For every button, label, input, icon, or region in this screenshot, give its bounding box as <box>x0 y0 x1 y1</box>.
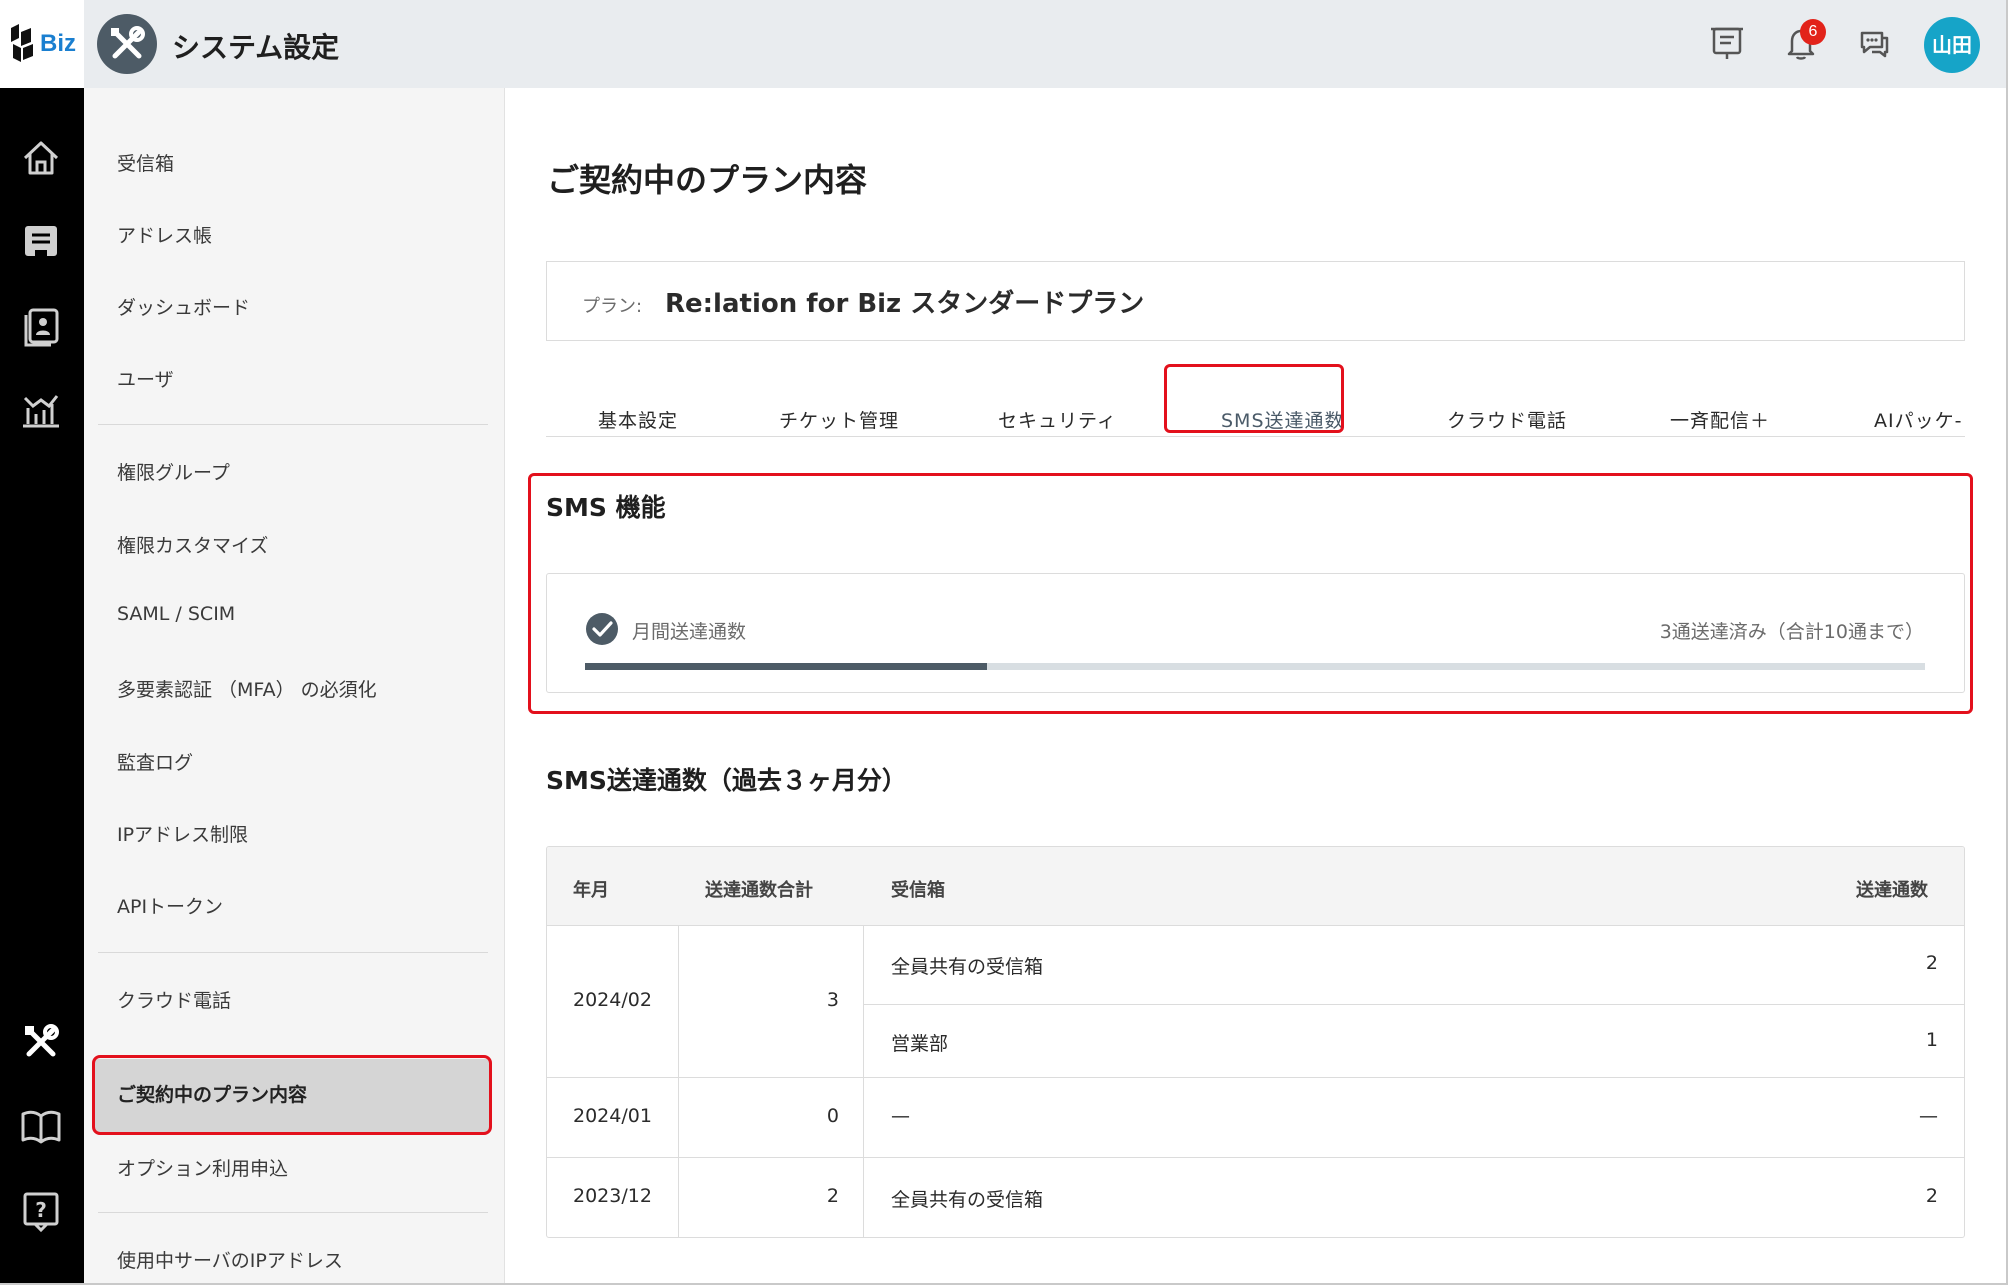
tab-ai-package[interactable]: AIパッケ- <box>1874 406 1962 433</box>
page-title: ご契約中のプラン内容 <box>547 161 868 199</box>
notification-count-badge: 6 <box>1800 19 1826 45</box>
svg-text:?: ? <box>35 1198 47 1222</box>
nav-item-users[interactable]: ユーザ <box>117 365 174 392</box>
table-divider <box>863 1004 1964 1005</box>
nav-item-api-token[interactable]: APIトークン <box>117 892 223 919</box>
plan-card: プラン: Re:lation for Biz スタンダードプラン <box>546 261 1965 341</box>
cell-count: 1 <box>1925 1029 1938 1051</box>
logo-mark-icon <box>11 24 33 62</box>
cell-inbox: 全員共有の受信箱 <box>891 956 1044 978</box>
tools-icon <box>111 26 145 59</box>
cell-count: 2 <box>1925 1185 1938 1207</box>
home-icon[interactable] <box>17 134 65 182</box>
nav-item-permission-customize[interactable]: 権限カスタマイズ <box>117 531 268 558</box>
column-header-month: 年月 <box>573 880 609 901</box>
column-header-inbox: 受信箱 <box>891 880 945 901</box>
ticket-icon[interactable] <box>17 218 65 266</box>
settings-tools-icon[interactable] <box>17 1018 65 1066</box>
nav-item-mfa[interactable]: 多要素認証 （MFA） の必須化 <box>117 675 377 702</box>
table-divider <box>547 1077 1964 1078</box>
dashboard-chart-icon[interactable] <box>17 386 65 434</box>
cell-total: 3 <box>826 989 839 1011</box>
nav-item-ip-restriction[interactable]: IPアドレス制限 <box>117 820 248 847</box>
help-icon[interactable]: ? <box>17 1186 65 1234</box>
cell-month: 2023/12 <box>573 1185 652 1207</box>
table-divider <box>678 925 679 1237</box>
system-settings-badge <box>97 14 157 74</box>
tab-cloud-phone[interactable]: クラウド電話 <box>1447 406 1567 433</box>
section-title: システム設定 <box>172 31 340 64</box>
nav-item-option-request[interactable]: オプション利用申込 <box>117 1154 288 1181</box>
logo[interactable]: Biz <box>0 0 84 88</box>
highlight-outline <box>1164 364 1344 433</box>
tab-security[interactable]: セキュリティ <box>998 406 1117 433</box>
sms-history-title: SMS送達通数（過去３ヶ月分） <box>546 766 907 795</box>
chat-icon[interactable] <box>1854 23 1894 63</box>
nav-divider <box>98 1212 488 1213</box>
nav-item-server-ip[interactable]: 使用中サーバのIPアドレス <box>117 1246 343 1273</box>
plan-label: プラン: <box>582 296 643 317</box>
cell-month: 2024/01 <box>573 1105 652 1127</box>
whiteboard-icon[interactable] <box>1707 23 1747 63</box>
highlight-outline <box>92 1055 492 1135</box>
nav-item-audit-log[interactable]: 監査ログ <box>117 748 193 775</box>
cell-total: 0 <box>826 1105 839 1127</box>
cell-month: 2024/02 <box>573 989 652 1011</box>
settings-nav: 受信箱 アドレス帳 ダッシュボード ユーザ 権限グループ 権限カスタマイズ SA… <box>84 88 505 1283</box>
nav-item-permission-groups[interactable]: 権限グループ <box>117 458 230 485</box>
nav-item-dashboard[interactable]: ダッシュボード <box>117 293 250 320</box>
tab-bulk-delivery[interactable]: 一斉配信＋ <box>1670 406 1770 433</box>
cell-count: — <box>1919 1105 1938 1127</box>
app-rail: ? <box>0 88 84 1283</box>
cell-inbox: 全員共有の受信箱 <box>891 1189 1044 1211</box>
cell-total: 2 <box>826 1185 839 1207</box>
table-divider <box>547 1157 1964 1158</box>
top-header: Biz システム設定 6 山田 <box>0 0 2006 89</box>
logo-text: Biz <box>40 30 76 57</box>
nav-item-address-book[interactable]: アドレス帳 <box>117 221 212 248</box>
table-divider <box>863 925 864 1237</box>
tab-ticket-management[interactable]: チケット管理 <box>779 406 899 433</box>
tab-basic-settings[interactable]: 基本設定 <box>598 406 678 433</box>
user-avatar[interactable]: 山田 <box>1924 17 1980 73</box>
nav-divider <box>98 952 488 953</box>
sms-history-table: 年月 送達通数合計 受信箱 送達通数 2024/02 3 全員共有の受信箱 2 … <box>546 846 1965 1238</box>
manual-book-icon[interactable] <box>17 1102 65 1150</box>
cell-count: 2 <box>1925 952 1938 974</box>
nav-item-saml-scim[interactable]: SAML / SCIM <box>117 603 235 625</box>
app-window: Biz システム設定 6 山田 ? 受信箱 アドレス帳 ダッシュボード ユーザ … <box>0 0 2008 1285</box>
contacts-icon[interactable] <box>17 302 65 350</box>
column-header-count: 送達通数 <box>1856 880 1928 901</box>
cell-inbox: — <box>891 1105 910 1127</box>
column-header-total: 送達通数合計 <box>705 880 813 901</box>
nav-item-cloud-phone[interactable]: クラウド電話 <box>117 986 231 1013</box>
highlight-outline <box>528 473 1973 714</box>
nav-item-inbox[interactable]: 受信箱 <box>117 149 174 176</box>
nav-divider <box>98 424 488 425</box>
table-header: 年月 送達通数合計 受信箱 送達通数 <box>547 847 1964 926</box>
cell-inbox: 営業部 <box>891 1033 949 1055</box>
plan-name: Re:lation for Biz スタンダードプラン <box>665 289 1145 319</box>
